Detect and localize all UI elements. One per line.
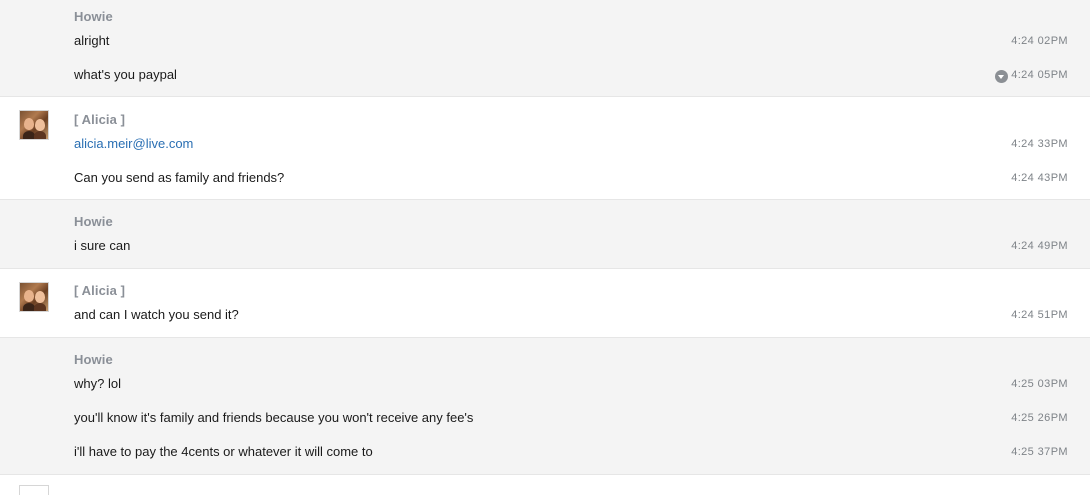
avatar[interactable] [19, 485, 49, 495]
chevron-down-circle-icon[interactable] [995, 70, 1009, 83]
timestamp-label: 4:24 05PM [1011, 69, 1068, 81]
message-group: [ Alicia ] alicia.meir@live.com 4:24 33P… [0, 97, 1090, 200]
message-group: Howie why? lol 4:25 03PM you'll know it'… [0, 338, 1090, 475]
message-group: [ Alicia ] and can I watch you send it? … [0, 269, 1090, 338]
sender-name[interactable]: [ Alicia ] [74, 283, 125, 298]
avatar-shoulder [34, 303, 46, 311]
message-timestamp: 4:24 02PM [1011, 35, 1068, 47]
email-link[interactable]: alicia.meir@live.com [74, 136, 193, 151]
message-text: alright [74, 33, 110, 48]
avatar-face [35, 119, 45, 131]
sender-name[interactable]: Howie [74, 352, 113, 367]
message-text: i'll have to pay the 4cents or whatever … [74, 444, 373, 459]
avatar[interactable] [19, 110, 49, 140]
message-group: Howie i sure can 4:24 49PM [0, 200, 1090, 269]
message-text: why? lol [74, 376, 121, 391]
avatar-shoulder [34, 131, 46, 139]
message-timestamp: 4:24 05PM [995, 69, 1068, 83]
message-text: and can I watch you send it? [74, 307, 239, 322]
avatar-face [35, 291, 45, 303]
message-timestamp: 4:24 49PM [1011, 240, 1068, 252]
sender-name[interactable]: [ Alicia ] [74, 112, 125, 127]
message-timestamp: 4:25 03PM [1011, 378, 1068, 390]
message-timestamp: 4:24 43PM [1011, 172, 1068, 184]
sender-name[interactable]: Howie [74, 9, 113, 24]
message-text: what's you paypal [74, 67, 177, 82]
avatar-face [24, 118, 34, 130]
avatar-face [24, 290, 34, 302]
message-timestamp: 4:25 37PM [1011, 446, 1068, 458]
avatar[interactable] [19, 282, 49, 312]
message-text: i sure can [74, 238, 131, 253]
message-text: you'll know it's family and friends beca… [74, 410, 474, 425]
sender-name[interactable]: Howie [74, 214, 113, 229]
message-timestamp: 4:24 33PM [1011, 138, 1068, 150]
message-timestamp: 4:25 26PM [1011, 412, 1068, 424]
message-timestamp: 4:24 51PM [1011, 309, 1068, 321]
message-text: Can you send as family and friends? [74, 170, 285, 185]
message-group: Howie alright 4:24 02PM what's you paypa… [0, 0, 1090, 97]
